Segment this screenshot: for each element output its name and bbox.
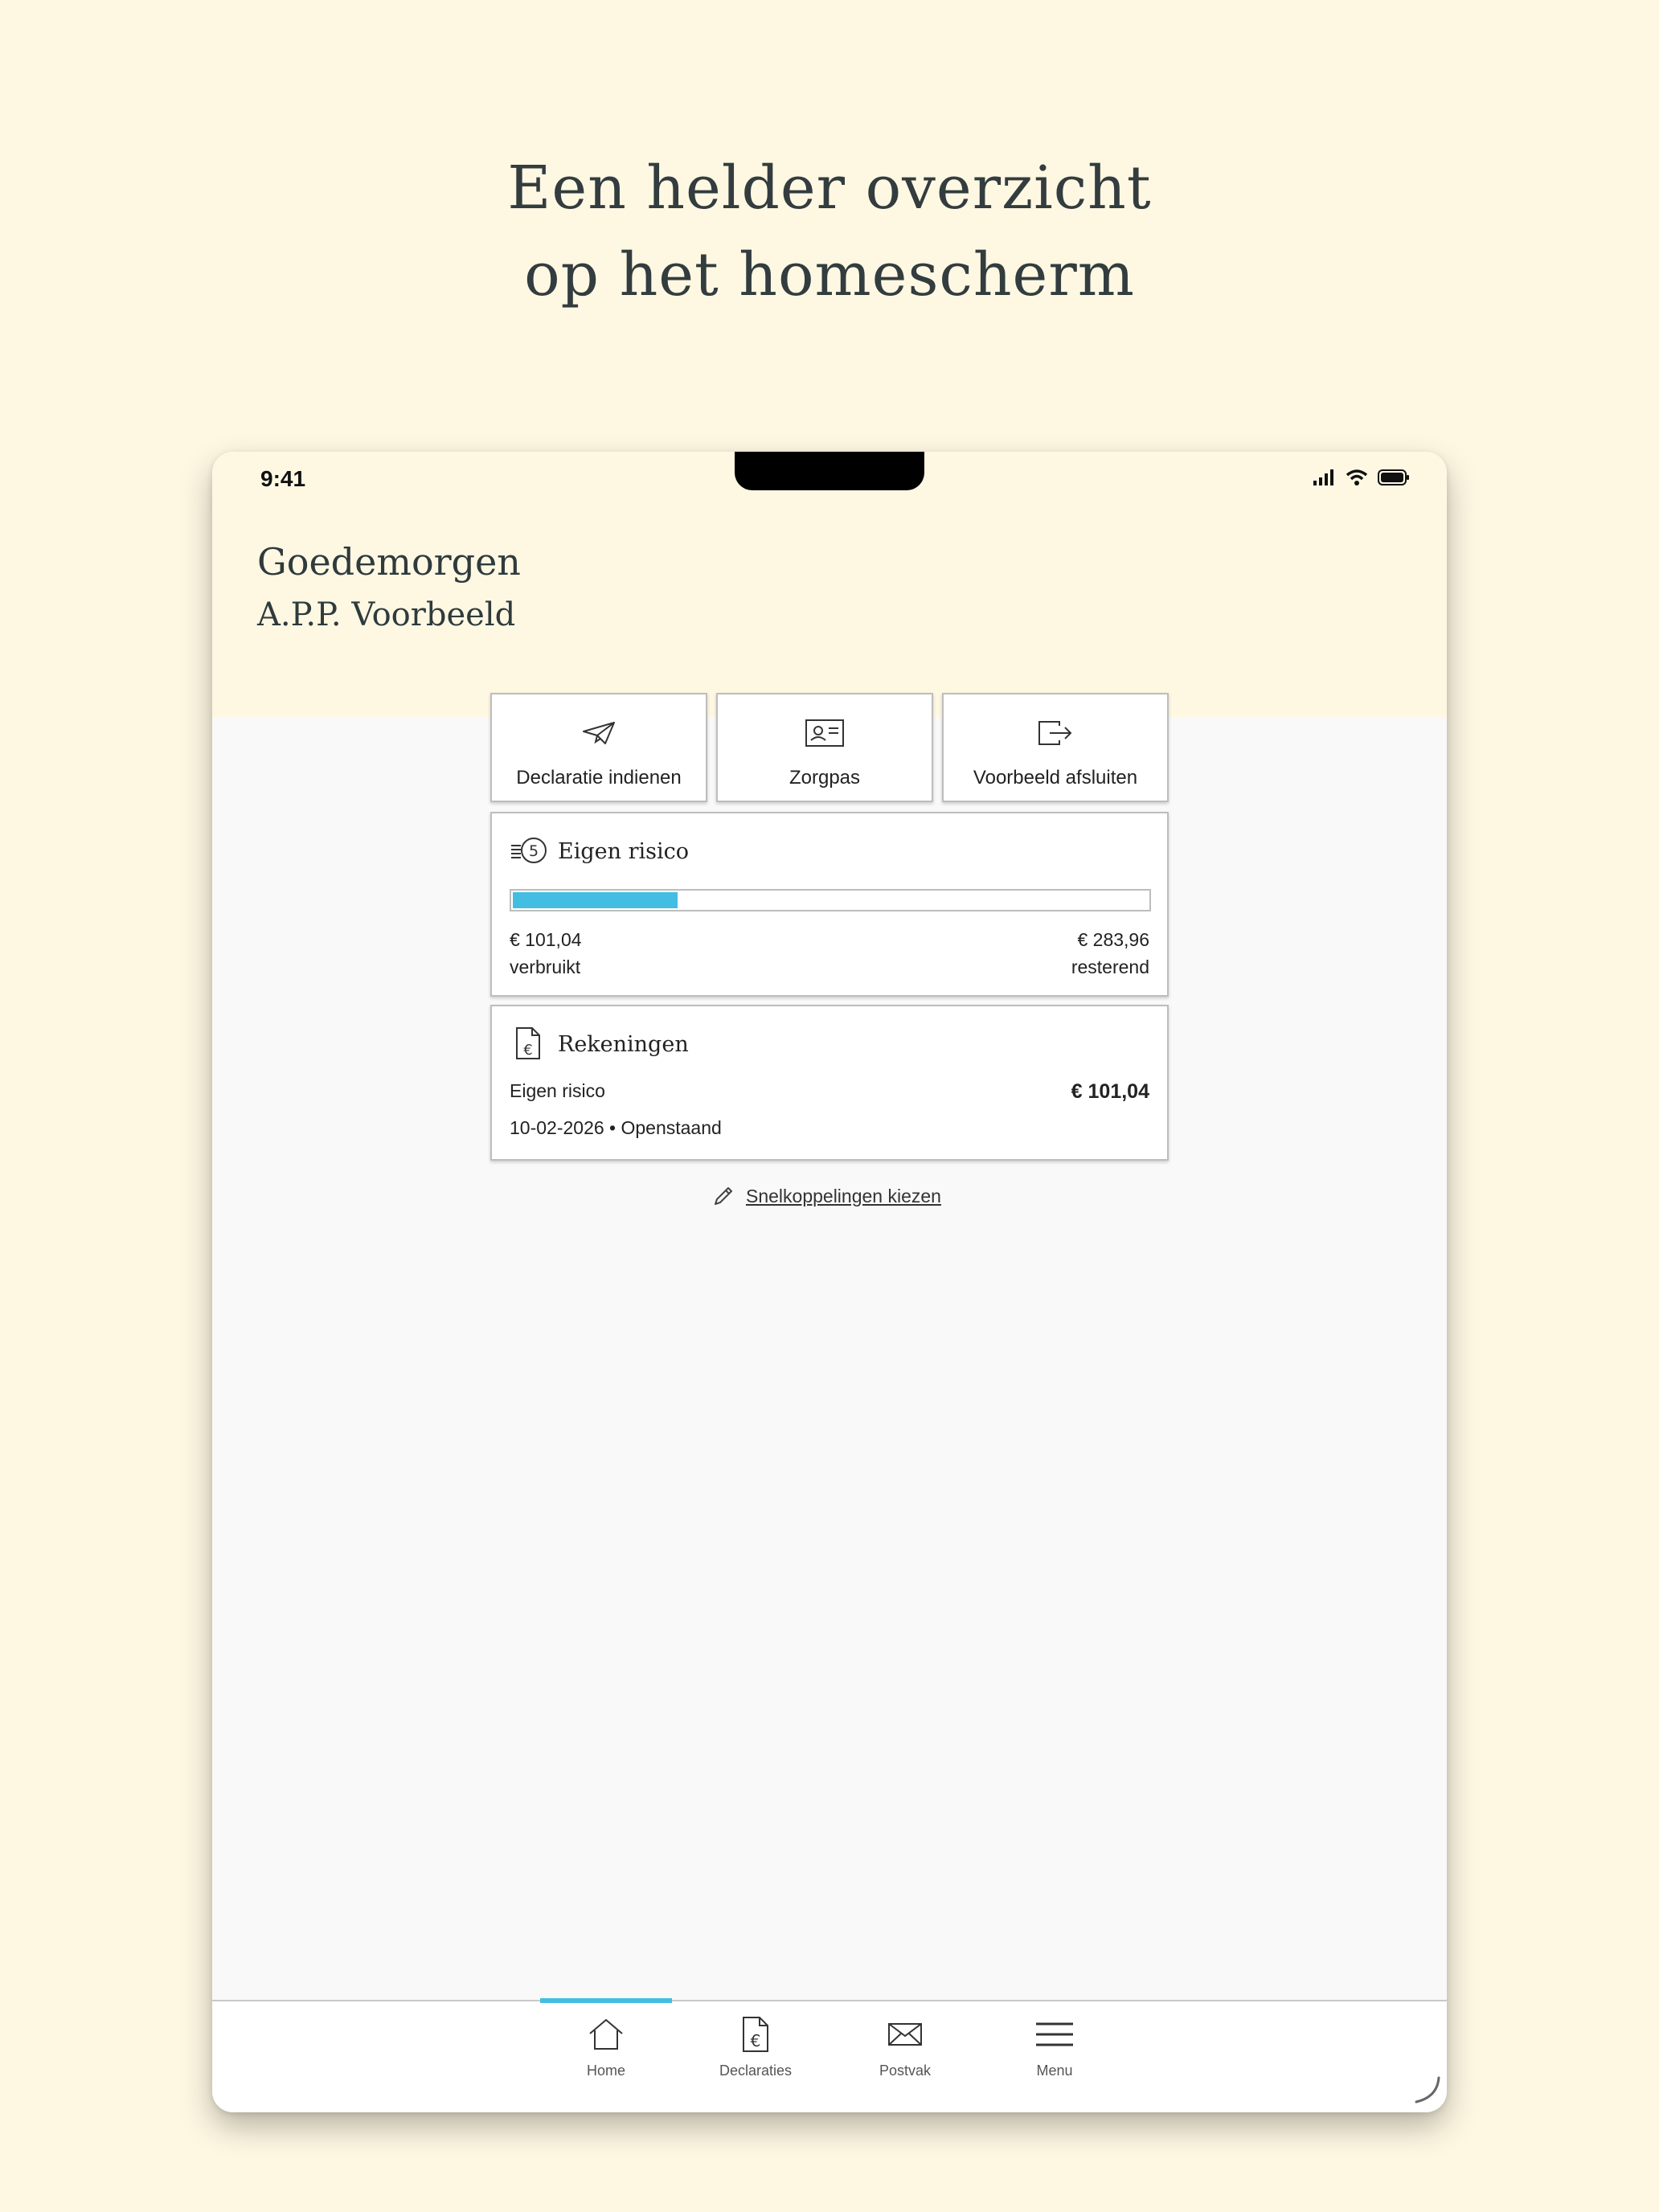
invoice-item-amount: € 101,04 <box>1071 1080 1149 1103</box>
declaratie-indienen-button[interactable]: Declaratie indienen <box>490 693 707 802</box>
wifi-icon <box>1346 469 1368 490</box>
declaration-document-icon: € <box>741 2013 770 2056</box>
declaratie-indienen-label: Declaratie indienen <box>516 767 682 789</box>
voorbeeld-afsluiten-label: Voorbeeld afsluiten <box>973 767 1138 789</box>
tablet-screen: 9:41 Goedemorgen A.P.P. Voorbeeld Declar… <box>212 452 1447 2112</box>
camera-notch <box>735 452 924 490</box>
id-card-icon <box>805 717 845 749</box>
tab-declaraties[interactable]: € Declaraties <box>690 2001 821 2112</box>
tab-postvak-label: Postvak <box>879 2062 932 2079</box>
eigen-risico-card[interactable]: 5 Eigen risico € 101,04 verbruikt € 283,… <box>490 812 1169 997</box>
svg-text:€: € <box>751 2031 761 2050</box>
rekeningen-title: Rekeningen <box>558 1032 689 1057</box>
snelkoppelingen-kiezen-link[interactable]: Snelkoppelingen kiezen <box>712 1185 941 1207</box>
invoice-item-name: Eigen risico <box>510 1080 605 1101</box>
eigen-risico-progress-bar <box>510 889 1151 911</box>
promo-headline: Een helder overzicht op het homescherm <box>0 145 1659 318</box>
tab-home[interactable]: Home <box>540 1998 672 2112</box>
coins-icon: 5 <box>510 836 548 869</box>
invoice-euro-icon: € <box>514 1026 542 1065</box>
header-background <box>212 452 1447 717</box>
envelope-icon <box>887 2013 923 2056</box>
battery-icon <box>1378 469 1410 490</box>
paper-plane-icon <box>581 717 616 749</box>
corner-indicator-icon <box>1410 2073 1442 2109</box>
rekeningen-card[interactable]: € Rekeningen Eigen risico € 101,04 10-02… <box>490 1005 1169 1161</box>
cellular-signal-icon <box>1313 469 1336 490</box>
promo-headline-line-2: op het homescherm <box>524 240 1135 309</box>
zorgpas-button[interactable]: Zorgpas <box>716 693 933 802</box>
exit-icon <box>1037 717 1074 749</box>
status-icons <box>1313 469 1410 490</box>
zorgpas-label: Zorgpas <box>789 767 861 789</box>
eigen-risico-progress-fill <box>513 892 678 908</box>
home-icon <box>588 2013 625 2056</box>
invoice-item-meta: 10-02-2026 • Openstaand <box>510 1117 722 1138</box>
active-tab-indicator <box>540 1998 672 2003</box>
remaining-label: resterend <box>1071 956 1149 977</box>
promo-headline-line-1: Een helder overzicht <box>507 154 1152 223</box>
status-time: 9:41 <box>260 466 306 491</box>
snelkoppelingen-kiezen-label: Snelkoppelingen kiezen <box>746 1185 941 1206</box>
user-name: A.P.P. Voorbeeld <box>257 596 516 633</box>
tab-home-label: Home <box>586 2062 625 2079</box>
tab-menu[interactable]: Menu <box>989 2001 1120 2112</box>
used-amount: € 101,04 <box>510 929 582 950</box>
pencil-icon <box>712 1185 735 1207</box>
tab-menu-label: Menu <box>1036 2062 1073 2079</box>
hamburger-menu-icon <box>1034 2013 1075 2056</box>
greeting-title: Goedemorgen <box>257 540 521 584</box>
bottom-tab-bar: Home € Declaraties Postvak Menu <box>212 1998 1447 2112</box>
eigen-risico-title: Eigen risico <box>558 839 689 864</box>
remaining-amount: € 283,96 <box>1077 929 1149 950</box>
svg-text:€: € <box>523 1042 532 1059</box>
tab-declaraties-label: Declaraties <box>719 2062 793 2079</box>
tab-postvak[interactable]: Postvak <box>839 2001 971 2112</box>
svg-text:5: 5 <box>529 842 539 860</box>
used-label: verbruikt <box>510 956 581 977</box>
voorbeeld-afsluiten-button[interactable]: Voorbeeld afsluiten <box>942 693 1169 802</box>
